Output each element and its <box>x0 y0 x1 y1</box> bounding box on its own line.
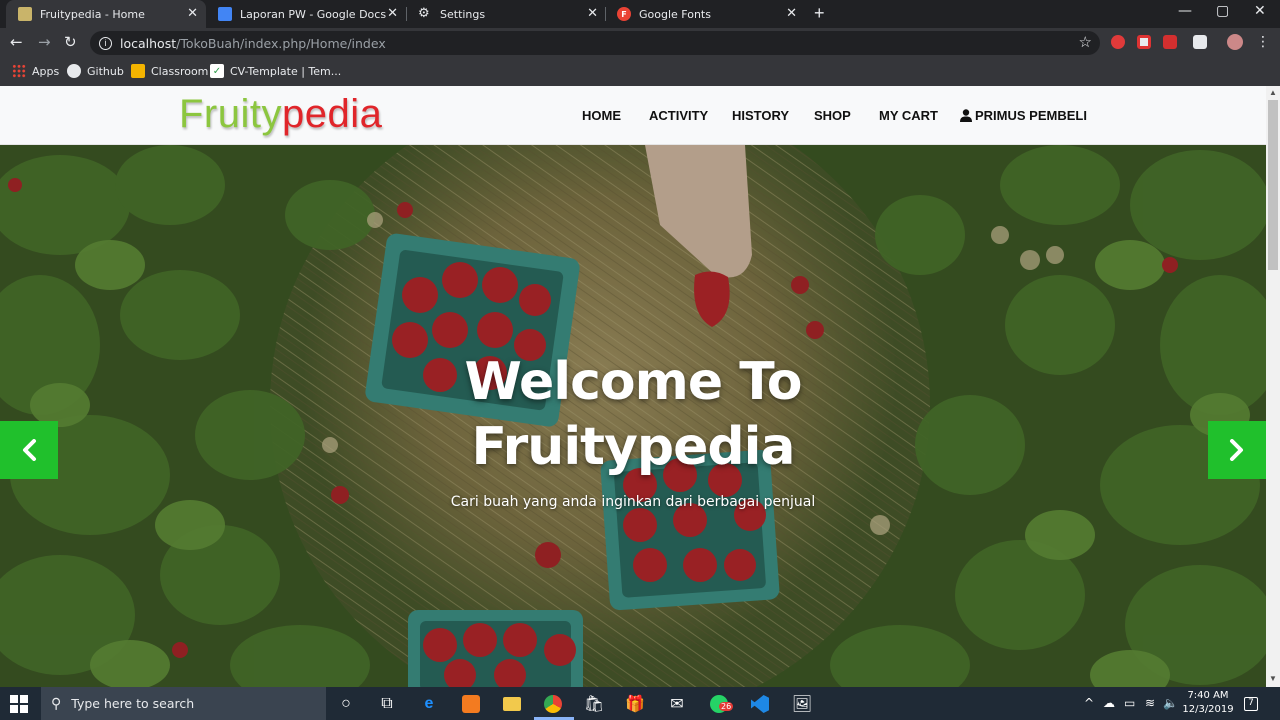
xampp-icon[interactable] <box>459 692 483 716</box>
hero-overlay <box>0 145 1266 687</box>
minimize-icon[interactable]: — <box>1178 3 1192 19</box>
carousel-next-button[interactable] <box>1208 421 1266 479</box>
windows-taskbar: ⚲ Type here to search ○ ⧉ e 🛍 🎁 ✉ 26 🖼 ^… <box>0 687 1280 720</box>
store-icon[interactable]: 🛍 <box>582 692 606 716</box>
scroll-down-icon[interactable]: ▼ <box>1269 674 1277 683</box>
address-bar[interactable]: i localhost/TokoBuah/index.php/Home/inde… <box>90 31 1100 55</box>
profile-avatar[interactable] <box>1227 34 1243 50</box>
page-scrollbar[interactable]: ▲ ▼ <box>1266 86 1280 687</box>
bookmark-apps[interactable]: Apps <box>12 64 59 78</box>
reload-icon[interactable]: ↻ <box>64 33 77 51</box>
tray-expand-icon[interactable]: ^ <box>1084 696 1094 710</box>
bookmarks-bar: Apps Github Classroom ✓ CV-Template | Te… <box>0 58 1280 86</box>
bookmark-star-icon[interactable]: ☆ <box>1079 33 1092 51</box>
gift-icon[interactable]: 🎁 <box>623 692 647 716</box>
nav-my-cart[interactable]: MY CART <box>879 108 938 123</box>
notifications-icon[interactable]: 7 <box>1244 694 1258 711</box>
nav-shop[interactable]: SHOP <box>814 108 851 123</box>
hero-title-line2: Fruitypedia <box>471 417 795 477</box>
onedrive-icon[interactable]: ☁ <box>1103 696 1115 710</box>
windows-start-icon[interactable] <box>10 695 28 713</box>
tab-google-fonts[interactable]: F Google Fonts ✕ <box>605 0 805 28</box>
chrome-icon[interactable] <box>541 692 565 716</box>
tab-title: Google Fonts <box>639 7 711 21</box>
carousel-prev-button[interactable] <box>0 421 58 479</box>
nav-home[interactable]: HOME <box>582 108 621 123</box>
tab-title: Settings <box>440 7 486 21</box>
volume-icon[interactable]: 🔈 <box>1163 696 1178 710</box>
scrollbar-thumb[interactable] <box>1268 100 1278 270</box>
eyedropper-extension-icon[interactable] <box>1193 35 1207 49</box>
file-explorer-icon[interactable] <box>500 692 524 716</box>
nav-user-account[interactable]: PRIMUS PEMBELI <box>960 108 1087 123</box>
tab-google-docs[interactable]: Laporan PW - Google Docs ✕ <box>206 0 406 28</box>
google-fonts-icon: F <box>617 7 631 21</box>
task-view-icon[interactable]: ⧉ <box>375 692 399 716</box>
gear-icon: ⚙ <box>418 6 430 21</box>
tab-settings[interactable]: ⚙ Settings ✕ <box>406 0 606 28</box>
whatsapp-icon[interactable]: 26 <box>707 692 734 716</box>
clock-date: 12/3/2019 <box>1182 704 1234 715</box>
browser-tab-strip: Fruitypedia - Home ✕ Laporan PW - Google… <box>0 0 1280 28</box>
vscode-icon[interactable] <box>748 692 772 716</box>
hero-title-line1: Welcome To <box>464 352 803 412</box>
fruitypedia-favicon-icon <box>18 7 32 21</box>
url-text: localhost/TokoBuah/index.php/Home/index <box>120 35 386 51</box>
browser-toolbar: ← → ↻ i localhost/TokoBuah/index.php/Hom… <box>0 28 1280 58</box>
whatsapp-badge: 26 <box>719 702 734 711</box>
scroll-up-icon[interactable]: ▲ <box>1269 88 1277 97</box>
github-icon <box>67 64 81 78</box>
bookmark-github[interactable]: Github <box>67 64 124 78</box>
close-icon[interactable]: ✕ <box>187 6 198 21</box>
chevron-left-icon <box>23 439 36 461</box>
tab-fruitypedia[interactable]: Fruitypedia - Home ✕ <box>6 0 206 28</box>
wifi-icon[interactable]: ≋ <box>1145 696 1155 710</box>
forward-icon[interactable]: → <box>38 33 51 51</box>
nav-activity[interactable]: ACTIVITY <box>649 108 708 123</box>
hero-carousel: Welcome To Fruitypedia Cari buah yang an… <box>0 145 1266 687</box>
clock-time: 7:40 AM <box>1187 690 1229 701</box>
user-icon <box>960 109 972 122</box>
photos-icon[interactable]: 🖼 <box>790 692 814 716</box>
new-tab-icon[interactable]: + <box>814 3 825 24</box>
taskbar-clock[interactable]: 7:40 AM 12/3/2019 <box>1178 689 1238 717</box>
bookmark-classroom[interactable]: Classroom <box>131 64 208 78</box>
google-docs-icon <box>218 7 232 21</box>
classroom-icon <box>131 64 145 78</box>
cv-template-icon: ✓ <box>210 64 224 78</box>
close-icon[interactable]: ✕ <box>786 6 797 21</box>
chevron-right-icon <box>1230 439 1243 461</box>
pin-extension-icon[interactable] <box>1163 35 1177 49</box>
bookmark-cv-template[interactable]: ✓ CV-Template | Tem... <box>210 64 341 78</box>
info-icon[interactable]: i <box>99 36 112 50</box>
taskbar-search-box[interactable]: ⚲ Type here to search <box>41 687 326 720</box>
mail-icon[interactable]: ✉ <box>665 692 689 716</box>
cortana-icon[interactable]: ○ <box>334 692 358 716</box>
search-icon: ⚲ <box>51 695 62 712</box>
maximize-icon[interactable]: ▢ <box>1216 3 1229 19</box>
edge-icon[interactable]: e <box>417 692 441 716</box>
menu-dots-icon[interactable]: ⋮ <box>1256 34 1270 50</box>
nav-history[interactable]: HISTORY <box>732 108 789 123</box>
close-icon[interactable]: ✕ <box>387 6 398 21</box>
hero-subtitle: Cari buah yang anda inginkan dari berbag… <box>450 494 816 510</box>
page-viewport: Fruitypedia HOME ACTIVITY HISTORY SHOP M… <box>0 86 1266 687</box>
site-navbar: Fruitypedia HOME ACTIVITY HISTORY SHOP M… <box>0 86 1266 145</box>
site-logo[interactable]: Fruitypedia <box>179 92 382 137</box>
extension-red-icon[interactable] <box>1111 35 1125 49</box>
tab-title: Laporan PW - Google Docs <box>240 7 387 21</box>
close-icon[interactable]: ✕ <box>587 6 598 21</box>
pocket-extension-icon[interactable] <box>1137 35 1151 49</box>
back-icon[interactable]: ← <box>10 33 23 51</box>
apps-grid-icon <box>12 64 26 78</box>
search-placeholder: Type here to search <box>71 696 195 711</box>
tab-title: Fruitypedia - Home <box>40 7 145 21</box>
battery-icon[interactable]: ▭ <box>1124 696 1135 710</box>
close-window-icon[interactable]: ✕ <box>1254 3 1266 19</box>
